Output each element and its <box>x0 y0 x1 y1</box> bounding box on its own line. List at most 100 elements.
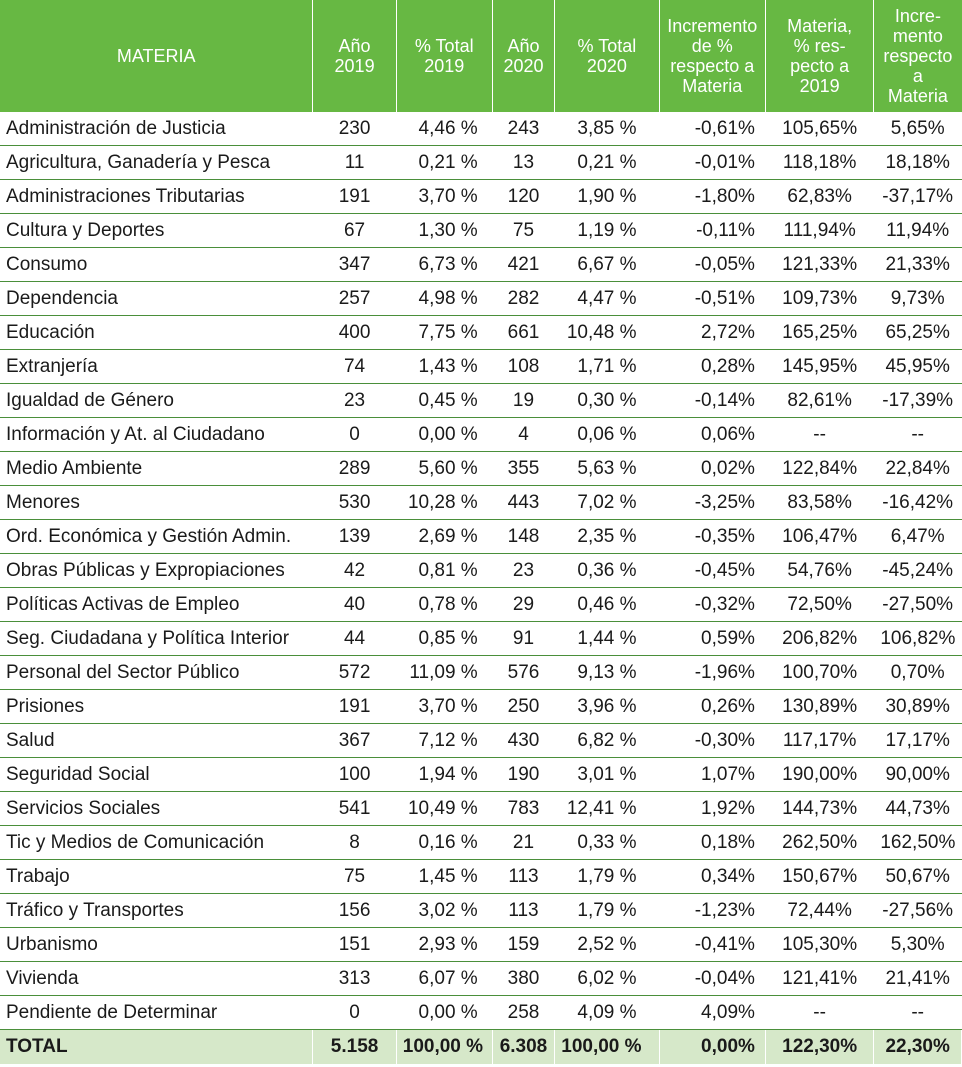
pct-2019-cell: 10,28 % <box>396 485 493 520</box>
materia-cell: Consumo <box>0 247 314 282</box>
incremento-pct-cell: -1,80% <box>659 179 766 214</box>
materia-pct-cell: 121,33% <box>765 247 875 282</box>
header-line: pecto a <box>790 56 850 76</box>
table-row: Administraciones Tributarias 191 3,70 % 120… <box>0 179 962 214</box>
incremento-materia-cell: -- <box>873 417 962 452</box>
table-row: Salud 367 7,12 % 430 6,82 % -0,30% 117,17% 17,1… <box>0 723 962 758</box>
materia-cell: Medio Ambiente <box>0 451 314 486</box>
materia-table: MATERIA Año 2019% Total 2019 Año 2020% Total 2… <box>0 0 962 1064</box>
header-line: 2020 <box>503 56 544 76</box>
ano-2020-cell: 13 <box>492 145 556 180</box>
ano-2019-cell: 313 <box>312 961 397 996</box>
materia-cell: Educación <box>0 315 314 350</box>
incremento-materia-cell: 50,67% <box>873 859 962 894</box>
pct-2019-cell: 0,00 % <box>396 417 493 452</box>
incremento-materia-cell: 6,47% <box>873 519 962 554</box>
pct-2020-cell: 6,82 % <box>554 723 660 758</box>
pct-2020-cell: 4,09 % <box>554 995 660 1030</box>
materia-pct-cell: 72,50% <box>765 587 875 622</box>
header-ano-2020: Año 2020 <box>492 0 556 112</box>
ano-2020-cell: 113 <box>492 893 556 928</box>
pct-2019-cell: 1,45 % <box>396 859 493 894</box>
incremento-materia-cell: 90,00% <box>873 757 962 792</box>
total-row: TOTAL 5.158 100,00 % 6.308 100,00 % 0,00% 122,… <box>0 1029 962 1064</box>
incremento-materia-cell: 30,89% <box>873 689 962 724</box>
materia-pct-cell: 106,47% <box>765 519 875 554</box>
materia-pct-cell: 111,94% <box>765 213 875 248</box>
pct-2019-cell: 1,30 % <box>396 213 493 248</box>
ano-2019-cell: 572 <box>312 655 397 690</box>
materia-pct-cell: 121,41% <box>765 961 875 996</box>
ano-2020-cell: 21 <box>492 825 556 860</box>
ano-2019-cell: 0 <box>312 417 397 452</box>
ano-2020-cell: 75 <box>492 213 556 248</box>
ano-2019-cell: 74 <box>312 349 397 384</box>
pct-2020-cell: 4,47 % <box>554 281 660 316</box>
materia-cell: Cultura y Deportes <box>0 213 314 248</box>
materia-cell: Servicios Sociales <box>0 791 314 826</box>
table-row: Extranjería 74 1,43 % 108 1,71 % 0,28% 145,95%… <box>0 349 962 384</box>
materia-pct-cell: 122,84% <box>765 451 875 486</box>
ano-2020-cell: 430 <box>492 723 556 758</box>
pct-2019-cell: 0,78 % <box>396 587 493 622</box>
header-line: Materia, <box>787 16 853 36</box>
pct-2020-cell: 0,30 % <box>554 383 660 418</box>
pct-2019-cell: 11,09 % <box>396 655 493 690</box>
table-row: Vivienda 313 6,07 % 380 6,02 % -0,04% 121,41% 2… <box>0 961 962 996</box>
ano-2019-cell: 347 <box>312 247 397 282</box>
table-row: Administración de Justicia 230 4,46 % 243 3,… <box>0 112 962 146</box>
materia-cell: Ord. Económica y Gestión Admin. <box>0 519 314 554</box>
materia-pct-cell: 145,95% <box>765 349 875 384</box>
header-incremento-materia: Incre-mento respecto a Materia <box>873 0 962 112</box>
header-line: 2019 <box>424 56 465 76</box>
materia-cell: Administraciones Tributarias <box>0 179 314 214</box>
pct-2019-cell: 0,21 % <box>396 145 493 180</box>
pct-2020-cell: 1,79 % <box>554 893 660 928</box>
incremento-materia-cell: 162,50% <box>873 825 962 860</box>
incremento-materia-cell: 11,94% <box>873 213 962 248</box>
ano-2020-cell: 258 <box>492 995 556 1030</box>
ano-2019-cell: 151 <box>312 927 397 962</box>
header-line: mento <box>892 26 943 46</box>
incremento-materia-cell: 5,30% <box>873 927 962 962</box>
materia-pct-cell: 62,83% <box>765 179 875 214</box>
header-line: Año <box>338 36 371 56</box>
incremento-pct-cell: 4,09% <box>659 995 766 1030</box>
ano-2020-cell: 443 <box>492 485 556 520</box>
ano-2020-cell: 4 <box>492 417 556 452</box>
pct-2019-cell: 2,69 % <box>396 519 493 554</box>
materia-cell: Dependencia <box>0 281 314 316</box>
ano-2020-cell: 19 <box>492 383 556 418</box>
incremento-materia-cell: -27,50% <box>873 587 962 622</box>
table-row: Urbanismo 151 2,93 % 159 2,52 % -0,41% 105,30%… <box>0 927 962 962</box>
table-row: Medio Ambiente 289 5,60 % 355 5,63 % 0,02% 122… <box>0 451 962 486</box>
ano-2019-cell: 257 <box>312 281 397 316</box>
incremento-materia-cell: 0,70% <box>873 655 962 690</box>
header-line: % Total <box>577 36 637 56</box>
pct-2019-cell: 0,45 % <box>396 383 493 418</box>
header-line: respecto a <box>883 46 953 86</box>
total-ano-2020-cell: 6.308 <box>492 1029 556 1064</box>
header-materia: MATERIA <box>0 0 314 112</box>
pct-2020-cell: 6,02 % <box>554 961 660 996</box>
incremento-materia-cell: 45,95% <box>873 349 962 384</box>
table-row: Trabajo 75 1,45 % 113 1,79 % 0,34% 150,67% 50,6… <box>0 859 962 894</box>
materia-pct-cell: 72,44% <box>765 893 875 928</box>
materia-pct-cell: 82,61% <box>765 383 875 418</box>
materia-cell: Agricultura, Ganadería y Pesca <box>0 145 314 180</box>
ano-2020-cell: 783 <box>492 791 556 826</box>
pct-2020-cell: 1,79 % <box>554 859 660 894</box>
incremento-pct-cell: -0,41% <box>659 927 766 962</box>
table-row: Dependencia 257 4,98 % 282 4,47 % -0,51% 109,7… <box>0 281 962 316</box>
header-line: Incremento <box>667 16 758 36</box>
ano-2019-cell: 191 <box>312 689 397 724</box>
materia-pct-cell: 118,18% <box>765 145 875 180</box>
pct-2019-cell: 4,98 % <box>396 281 493 316</box>
incremento-pct-cell: -1,23% <box>659 893 766 928</box>
materia-cell: Vivienda <box>0 961 314 996</box>
pct-2019-cell: 7,75 % <box>396 315 493 350</box>
pct-2019-cell: 3,70 % <box>396 689 493 724</box>
incremento-pct-cell: -1,96% <box>659 655 766 690</box>
header-line: 2020 <box>586 56 627 76</box>
ano-2019-cell: 367 <box>312 723 397 758</box>
